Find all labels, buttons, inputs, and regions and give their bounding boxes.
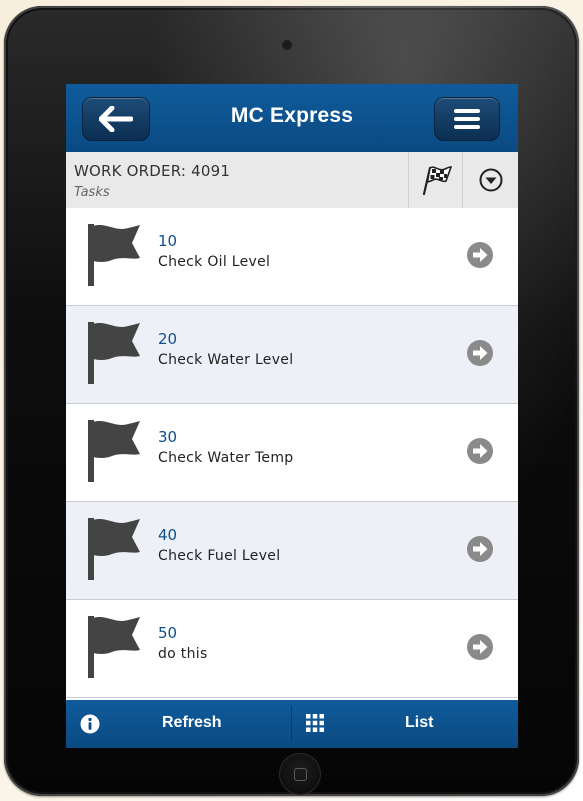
task-row[interactable]: 30 Check Water Temp (66, 404, 518, 502)
flag-icon (88, 322, 140, 384)
refresh-label: Refresh (162, 714, 222, 731)
flag-icon (88, 420, 140, 482)
list-button[interactable]: List (292, 700, 518, 748)
complete-flag-button[interactable] (408, 152, 463, 208)
grid-icon (306, 714, 324, 732)
chevron-down-circle-icon (479, 168, 503, 192)
task-label: Check Water Level (158, 352, 294, 368)
task-number: 20 (158, 330, 178, 348)
menu-button[interactable] (434, 97, 500, 141)
refresh-button[interactable]: Refresh (66, 700, 292, 748)
list-label: List (405, 714, 434, 731)
work-order-bar: WORK ORDER: 4091 Tasks (66, 152, 518, 209)
home-square-icon (293, 767, 307, 781)
task-row[interactable]: 20 Check Water Level (66, 306, 518, 404)
task-list: 10 Check Oil Level 20 Check Water Level (66, 208, 518, 698)
task-label: Check Oil Level (158, 254, 271, 270)
task-number: 50 (158, 624, 178, 642)
checkered-flag-icon (422, 166, 453, 196)
flag-icon (88, 518, 140, 580)
info-icon (80, 714, 100, 734)
flag-icon (88, 224, 140, 286)
task-label: Check Fuel Level (158, 548, 281, 564)
work-order-title: WORK ORDER: 4091 (74, 162, 231, 180)
hamburger-menu-icon (454, 109, 480, 129)
task-number: 30 (158, 428, 178, 446)
task-row[interactable]: 40 Check Fuel Level (66, 502, 518, 600)
flag-icon (88, 616, 140, 678)
task-row[interactable]: 50 do this (66, 600, 518, 698)
task-number: 10 (158, 232, 178, 250)
app-screen: MC Express WORK ORDER: 4091 Tasks 10 Che… (66, 84, 518, 748)
task-number: 40 (158, 526, 178, 544)
arrow-right-circle-icon[interactable] (466, 241, 494, 269)
arrow-right-circle-icon[interactable] (466, 437, 494, 465)
dropdown-button[interactable] (462, 152, 518, 208)
arrow-right-circle-icon[interactable] (466, 535, 494, 563)
app-header: MC Express (66, 84, 518, 152)
task-row[interactable]: 10 Check Oil Level (66, 208, 518, 306)
arrow-right-circle-icon[interactable] (466, 339, 494, 367)
work-order-subtitle: Tasks (74, 185, 110, 200)
footer-bar: Refresh List (66, 700, 518, 748)
home-button[interactable] (279, 753, 321, 795)
camera (282, 40, 292, 50)
task-label: Check Water Temp (158, 450, 294, 466)
task-label: do this (158, 646, 208, 662)
arrow-right-circle-icon[interactable] (466, 633, 494, 661)
